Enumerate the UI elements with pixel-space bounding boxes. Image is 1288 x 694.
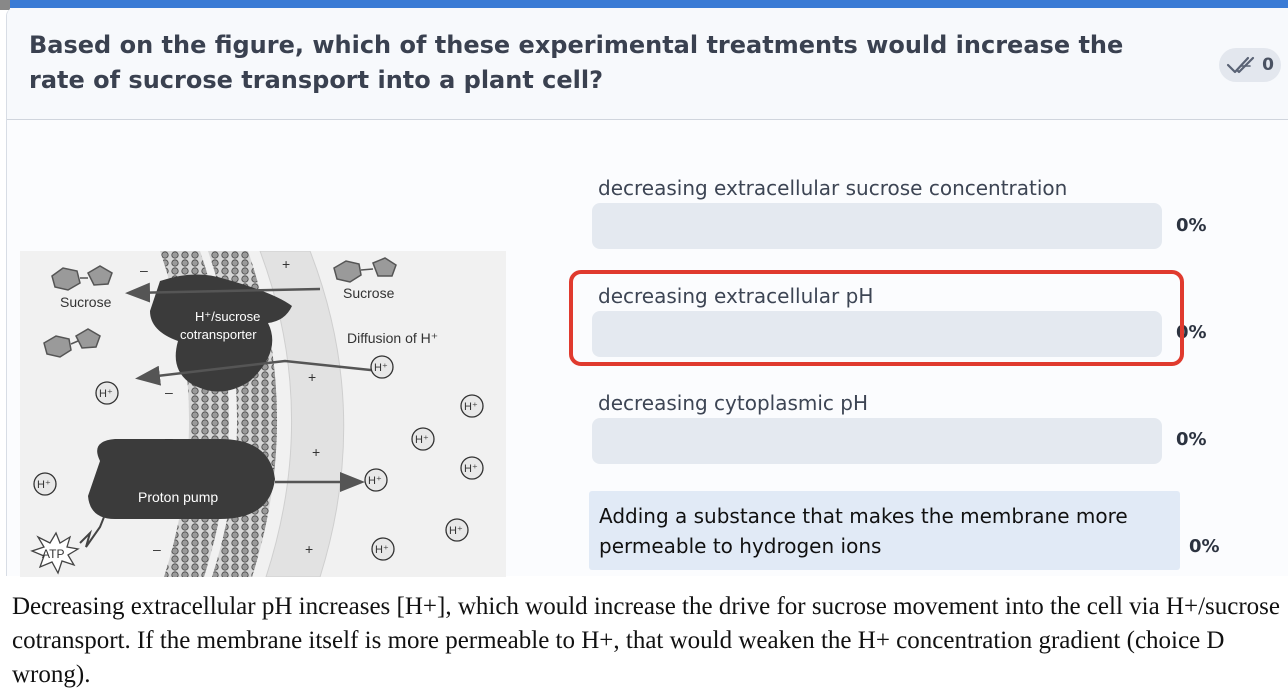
double-check-icon: [1226, 56, 1255, 74]
option-3-bar[interactable]: [592, 418, 1162, 464]
sucrose-molecule-right: [333, 257, 397, 283]
sucrose-molecule-left-bottom: [43, 328, 101, 358]
option-1-percent: 0%: [1176, 215, 1207, 236]
svg-text:–: –: [153, 541, 161, 557]
svg-text:+: +: [282, 256, 290, 272]
svg-text:H⁺: H⁺: [375, 544, 389, 556]
correct-answer-highlight: [569, 270, 1184, 366]
top-accent-bar: [0, 0, 1288, 8]
svg-text:H⁺: H⁺: [464, 463, 478, 475]
sucrose-label-right: Sucrose: [343, 285, 395, 301]
svg-text:H⁺: H⁺: [368, 475, 382, 487]
option-3-percent: 0%: [1176, 429, 1207, 450]
option-4-bar[interactable]: Adding a substance that makes the membra…: [589, 491, 1180, 570]
energy-zigzag: [79, 516, 105, 548]
membrane-transport-figure: H⁺/sucrose cotransporter Proton pump Suc…: [20, 251, 506, 577]
svg-text:+: +: [312, 444, 320, 460]
svg-text:H⁺: H⁺: [374, 362, 388, 374]
cotransporter-label-2: cotransporter: [180, 327, 257, 342]
answer-count: 0: [1262, 55, 1274, 75]
svg-text:+: +: [305, 541, 313, 557]
option-1-label: decreasing extracellular sucrose concent…: [598, 176, 1068, 200]
svg-text:H⁺: H⁺: [415, 434, 429, 446]
diffusion-label: Diffusion of H⁺: [347, 330, 438, 346]
proton-pump-label: Proton pump: [138, 489, 218, 505]
question-title: Based on the figure, which of these expe…: [29, 31, 1124, 94]
cotransporter-label-1: H⁺/sucrose: [195, 309, 260, 324]
svg-text:–: –: [140, 262, 148, 278]
svg-text:H⁺: H⁺: [464, 401, 478, 413]
svg-text:+: +: [308, 369, 316, 385]
atp-label: ATP: [42, 547, 64, 561]
svg-text:H⁺: H⁺: [99, 388, 113, 400]
answer-count-badge[interactable]: 0: [1219, 48, 1281, 82]
figure-illustration: H⁺/sucrose cotransporter Proton pump Suc…: [30, 251, 484, 577]
explanation-text: Decreasing extracellular pH increases [H…: [12, 593, 1281, 688]
option-4-label: Adding a substance that makes the membra…: [599, 504, 1128, 558]
svg-text:H⁺: H⁺: [37, 479, 51, 491]
option-3-label: decreasing cytoplasmic pH: [598, 391, 869, 415]
svg-text:–: –: [165, 384, 173, 400]
sucrose-label-left: Sucrose: [60, 294, 112, 310]
option-1-bar[interactable]: [592, 203, 1162, 249]
question-header: Based on the figure, which of these expe…: [7, 8, 1288, 120]
svg-text:–: –: [165, 430, 173, 446]
proton-pump-protein: [88, 439, 275, 519]
svg-text:H⁺: H⁺: [449, 525, 463, 537]
option-4-percent: 0%: [1189, 536, 1220, 557]
sucrose-molecule-left-top: [51, 265, 113, 291]
